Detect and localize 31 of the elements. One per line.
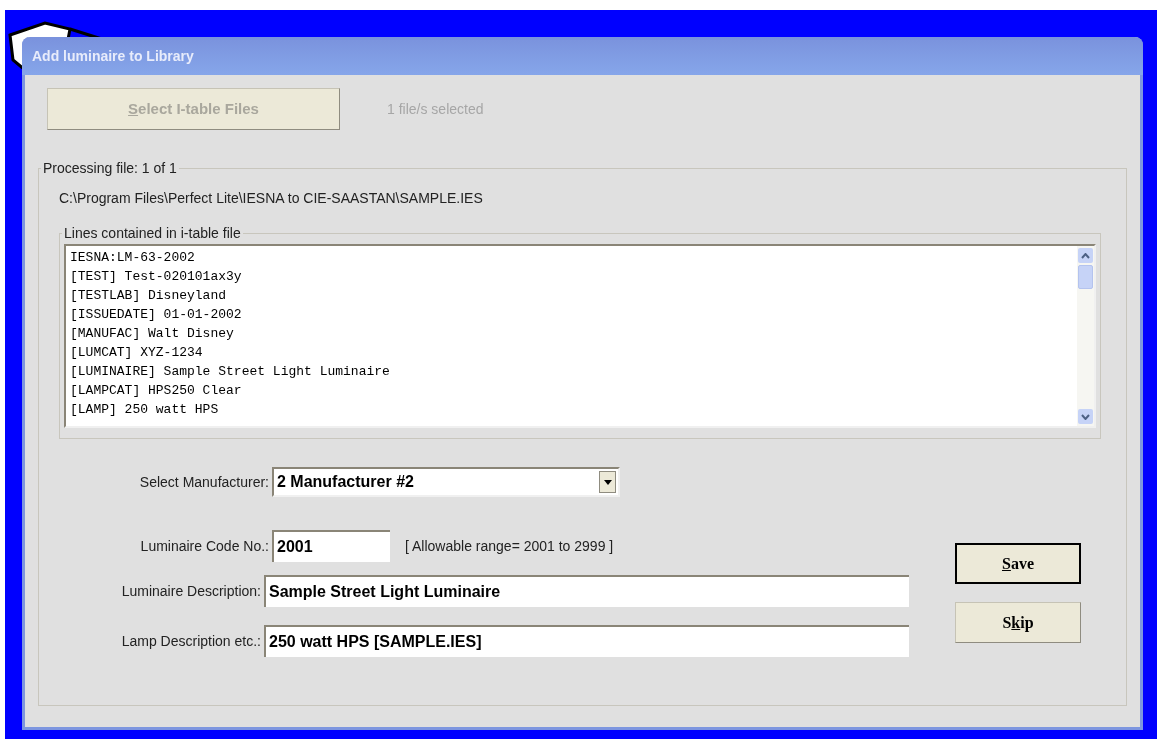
file-line: [ISSUEDATE] 01-01-2002: [70, 306, 243, 324]
field-label: Luminaire Code No.:: [139, 536, 270, 556]
scroll-thumb[interactable]: [1078, 265, 1093, 289]
code-field[interactable]: 2001: [272, 530, 390, 562]
selection-status: 1 file/s selected: [387, 99, 484, 119]
group-legend: Lines contained in i-table file: [62, 223, 243, 244]
file-line: [TEST] Test-020101ax3y: [70, 268, 243, 286]
field-label: Select Manufacturer:: [138, 472, 270, 492]
window-title: Add luminaire to Library: [32, 46, 194, 66]
file-line: [LAMPCAT] HPS250 Clear: [70, 382, 243, 400]
dialog-button[interactable]: Save: [955, 543, 1081, 584]
scroll-down-icon[interactable]: [1078, 409, 1093, 424]
file-line: [LUMCAT] XYZ-1234: [70, 344, 204, 362]
file-path: C:\Program Files\Perfect Lite\IESNA to CIE-SAASTAN\SAMPLE.IES: [59, 189, 484, 208]
file-line: [LUMINAIRE] Sample Street Light Luminaire: [70, 363, 391, 381]
luminaire-description-field[interactable]: Sample Street Light Luminaire: [264, 575, 909, 607]
group-legend: Processing file: 1 of 1: [41, 158, 179, 179]
dropdown-value: 2 Manufacturer #2: [276, 472, 415, 492]
scrollbar[interactable]: [1077, 246, 1094, 426]
lamp-description-field[interactable]: 250 watt HPS [SAMPLE.IES]: [264, 625, 909, 657]
lines-listbox[interactable]: [64, 244, 1096, 428]
file-line: IESNA:LM-63-2002: [70, 249, 196, 267]
field-label: Luminaire Description:: [120, 581, 262, 601]
dialog-button[interactable]: Skip: [955, 602, 1081, 643]
scroll-up-icon[interactable]: [1078, 248, 1093, 263]
file-line: [TESTLAB] Disneyland: [70, 287, 228, 305]
manufacturer-dropdown[interactable]: 2 Manufacturer #2: [272, 467, 620, 497]
file-line: [MANUFAC] Walt Disney: [70, 325, 235, 343]
range-hint: [ Allowable range= 2001 to 2999 ]: [405, 536, 614, 556]
field-label: Lamp Description etc.:: [120, 631, 262, 651]
file-line: [LAMP] 250 watt HPS: [70, 401, 220, 419]
